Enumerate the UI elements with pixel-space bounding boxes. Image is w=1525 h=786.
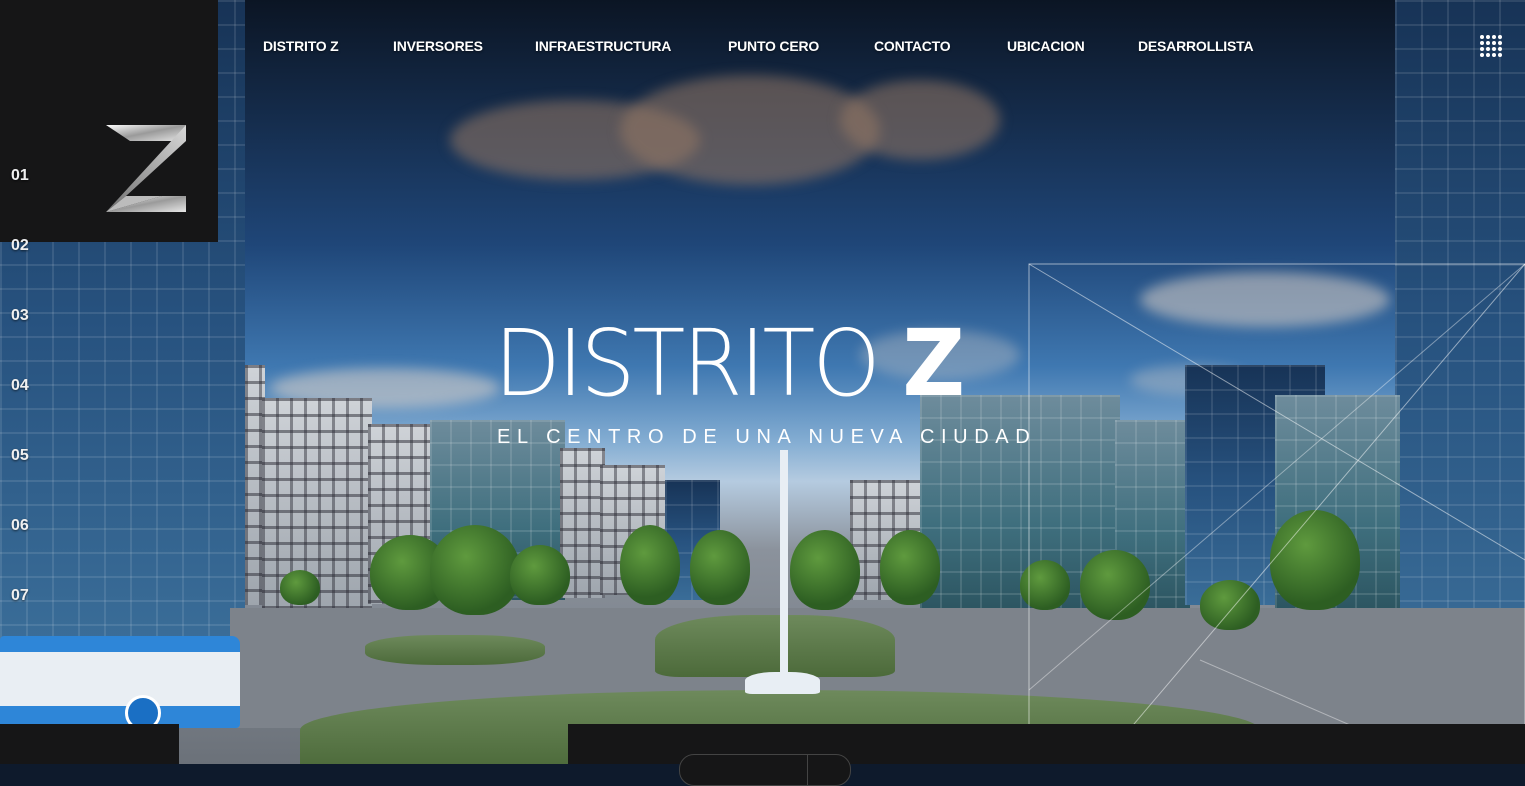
section-link-07[interactable]: 07 <box>11 587 29 605</box>
distrito-z-logo-icon <box>106 125 186 212</box>
nav-item-desarrollista[interactable]: DESARROLLISTA <box>1138 38 1254 54</box>
section-link-02[interactable]: 02 <box>11 237 29 255</box>
section-link-06[interactable]: 06 <box>11 517 29 535</box>
nav-item-infraestructura[interactable]: INFRAESTRUCTURA <box>535 38 671 54</box>
bottom-left-panel <box>0 724 179 764</box>
bottom-scroll-button[interactable] <box>679 754 851 786</box>
section-link-05[interactable]: 05 <box>11 447 29 465</box>
nav-item-punto-cero[interactable]: PUNTO CERO <box>728 38 819 54</box>
nav-item-contacto[interactable]: CONTACTO <box>874 38 951 54</box>
nav-item-distrito-z[interactable]: DISTRITO Z <box>263 38 339 54</box>
logo-panel <box>0 0 218 242</box>
hero-subtitle: EL CENTRO DE UNA NUEVA CIUDAD <box>497 426 1037 448</box>
hero-title-main: DISTRITO <box>494 310 881 417</box>
section-link-03[interactable]: 03 <box>11 307 29 325</box>
hero-title-letter: Z <box>902 310 966 417</box>
hero-title: DISTRITO Z <box>494 318 965 410</box>
section-link-01[interactable]: 01 <box>11 167 29 185</box>
grid-menu-icon[interactable] <box>1480 35 1504 59</box>
nav-item-ubicacion[interactable]: UBICACION <box>1007 38 1085 54</box>
nav-item-inversores[interactable]: INVERSORES <box>393 38 483 54</box>
section-link-04[interactable]: 04 <box>11 377 29 395</box>
